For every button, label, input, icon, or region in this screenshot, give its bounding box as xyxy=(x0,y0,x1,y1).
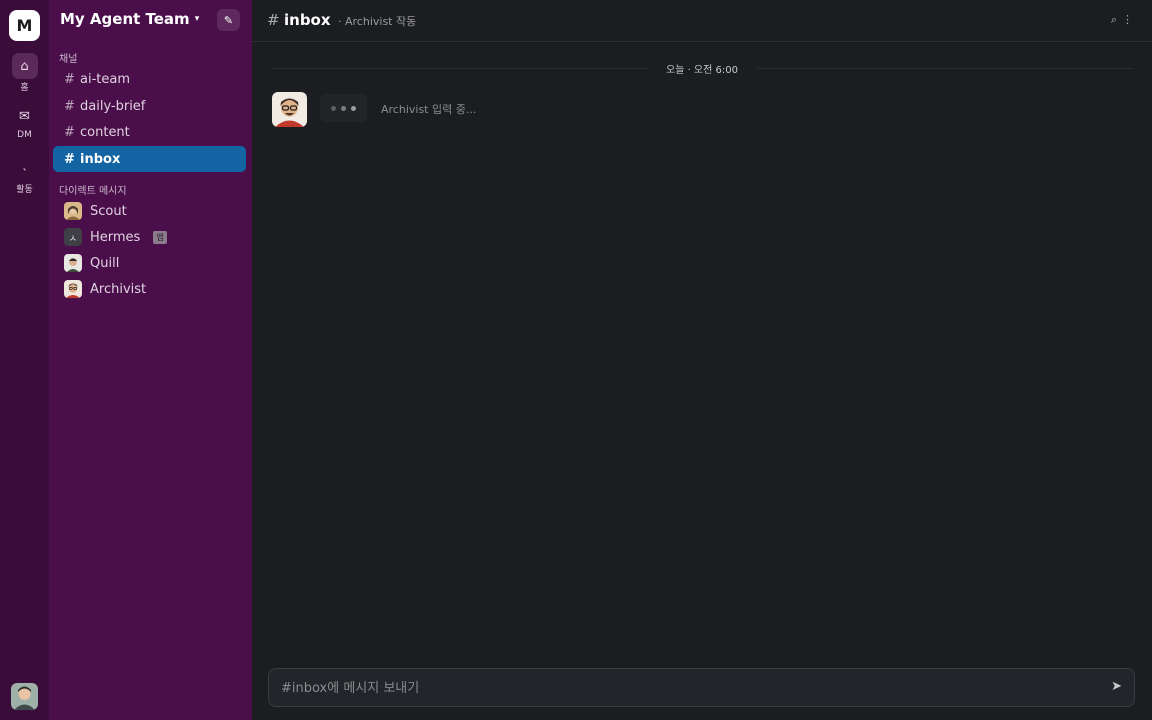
workspace-name: My Agent Team xyxy=(60,10,190,28)
hash-icon: # xyxy=(64,124,75,140)
typing-dot xyxy=(351,105,356,111)
workspace-logo[interactable]: M xyxy=(9,10,40,41)
dm-label: Archivist xyxy=(90,281,147,297)
avatar xyxy=(64,254,82,272)
sidebar-item-content[interactable]: # content xyxy=(53,119,246,145)
channel-label: content xyxy=(80,124,130,140)
mail-icon: ✉ xyxy=(19,108,30,124)
home-icon: ⌂ xyxy=(11,53,38,79)
typing-indicator xyxy=(320,94,367,122)
pencil-icon: ✎ xyxy=(223,13,234,27)
channel-label: daily-brief xyxy=(80,98,146,114)
message-composer: ➤ xyxy=(268,668,1135,707)
rail-home[interactable]: ⌂ 홈 xyxy=(0,53,49,93)
dm-label: Quill xyxy=(90,255,120,271)
hash-icon: # xyxy=(64,98,75,114)
workspace-switcher[interactable]: My Agent Team ▾ xyxy=(60,10,199,28)
sidebar-item-dm-hermes[interactable]: ㅅ Hermes 앱 xyxy=(53,224,246,250)
typing-dot xyxy=(341,105,346,111)
sidebar-item-dm-scout[interactable]: Scout xyxy=(53,198,246,224)
dm-label: Hermes xyxy=(90,229,141,245)
chevron-down-icon: ▾ xyxy=(194,14,200,24)
rail-activity[interactable]: ˴ 활동 xyxy=(0,155,49,195)
user-avatar[interactable] xyxy=(11,683,38,710)
avatar: ㅅ xyxy=(64,228,82,246)
main-pane: # inbox · Archivist 작동 ⌕ ⋮ 오늘 · 오전 6:00 … xyxy=(252,0,1152,720)
avatar xyxy=(64,202,82,220)
header-actions: ⌕ ⋮ xyxy=(1111,13,1133,27)
message-input[interactable] xyxy=(281,678,1081,698)
typing-dot xyxy=(331,105,336,111)
date-divider[interactable]: 오늘 · 오전 6:00 xyxy=(647,60,757,76)
channels-section-title: 채널 xyxy=(59,54,78,65)
search-icon[interactable]: ⌕ xyxy=(1111,13,1117,27)
rail-dm-label: DM xyxy=(17,130,32,140)
sidebar-item-dm-quill[interactable]: Quill xyxy=(53,250,246,276)
more-icon[interactable]: ⋮ xyxy=(1122,13,1133,27)
sidebar-item-dm-archivist[interactable]: Archivist xyxy=(53,276,246,302)
hash-icon: # xyxy=(64,71,75,87)
dm-label: Scout xyxy=(90,203,127,219)
hash-icon: # xyxy=(64,151,75,167)
channel-label: inbox xyxy=(80,151,121,167)
rail-home-label: 홈 xyxy=(20,83,29,93)
app-badge: 앱 xyxy=(153,230,167,244)
sidebar-item-ai-team[interactable]: # ai-team xyxy=(53,66,246,92)
sidebar: My Agent Team ▾ ✎ 채널 # ai-team # daily-b… xyxy=(49,0,252,720)
rail-dm[interactable]: ✉ DM xyxy=(0,103,49,141)
avatar xyxy=(64,280,82,298)
rail-activity-label: 활동 xyxy=(16,185,33,195)
dm-section-title: 다이렉트 메시지 xyxy=(59,186,127,197)
sidebar-item-inbox[interactable]: # inbox xyxy=(53,146,246,172)
workspace-rail: M ⌂ 홈 ✉ DM ˴ 활동 xyxy=(0,0,49,720)
compose-button[interactable]: ✎ xyxy=(217,9,240,31)
channel-subtitle: · Archivist 작동 xyxy=(338,15,417,28)
hash-icon: # xyxy=(267,11,280,29)
send-icon[interactable]: ➤ xyxy=(1111,679,1122,694)
activity-icon: ˴ xyxy=(22,161,27,176)
channel-label: ai-team xyxy=(80,71,130,87)
page-title[interactable]: inbox xyxy=(284,11,331,29)
avatar[interactable] xyxy=(272,92,307,127)
channel-header: # inbox · Archivist 작동 ⌕ ⋮ xyxy=(252,0,1152,42)
typing-status: Archivist 입력 중... xyxy=(381,103,477,116)
sidebar-item-daily-brief[interactable]: # daily-brief xyxy=(53,93,246,119)
